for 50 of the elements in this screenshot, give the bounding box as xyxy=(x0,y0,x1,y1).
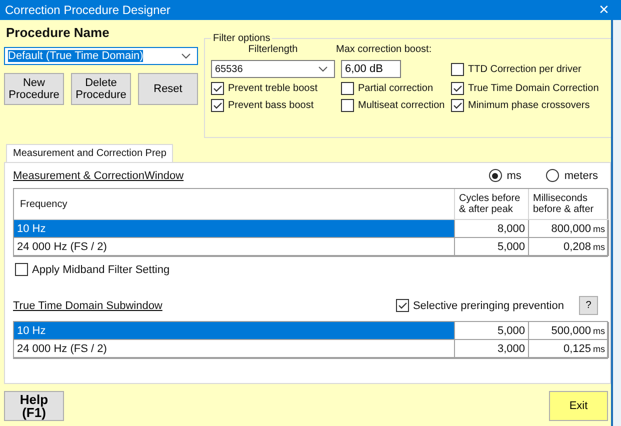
unit-radio[interactable]: meters xyxy=(546,169,598,182)
section-title: Measurement & CorrectionWindow xyxy=(13,170,184,182)
option-checkbox[interactable]: TTD Correction per driver xyxy=(451,62,613,76)
option-checkbox[interactable]: Minimum phase crossovers xyxy=(451,99,613,112)
frequency-cell[interactable]: 24 000 Hz (FS / 2) xyxy=(14,238,455,256)
frequency-cell[interactable]: 10 Hz xyxy=(14,220,455,238)
table-cell: 3,000 xyxy=(455,340,529,358)
option-checkbox[interactable]: Multiseat correction xyxy=(341,99,445,112)
option-checkbox[interactable]: Prevent treble boost xyxy=(211,82,335,95)
option-checkbox[interactable]: True Time Domain Correction xyxy=(451,82,613,95)
preringing-checkbox[interactable]: Selective preringing prevention xyxy=(396,299,564,312)
checkmark-icon xyxy=(212,100,223,111)
procedure-name-label: Procedure Name xyxy=(6,25,110,40)
table-cell: 5,000 xyxy=(455,322,529,340)
option-checkbox[interactable]: Partial correction xyxy=(341,82,445,95)
unit-radio[interactable]: ms xyxy=(488,169,522,182)
exit-button[interactable]: Exit xyxy=(549,391,608,421)
boost-field[interactable]: 6,00 dB xyxy=(341,60,401,78)
window-title: Correction Procedure Designer xyxy=(5,3,170,17)
filterlength-dropdown[interactable]: 65536 xyxy=(211,60,335,78)
tab[interactable]: Measurement and Correction Prep xyxy=(6,144,174,162)
checkmark-icon xyxy=(396,300,408,311)
table-cell: 800,000 ms xyxy=(529,220,609,238)
section-title: True Time Domain Subwindow xyxy=(13,300,162,312)
checkmark-icon xyxy=(452,100,463,111)
procedure-button[interactable]: New Procedure xyxy=(4,73,64,105)
chevron-icon xyxy=(318,66,328,72)
column-header: Cycles before & after peak xyxy=(455,189,529,220)
procedure-button[interactable]: Delete Procedure xyxy=(71,73,131,105)
group-title: Filter options xyxy=(212,33,272,44)
table-cell: 0,125 ms xyxy=(529,340,609,358)
checkmark-icon xyxy=(212,83,223,94)
frequency-cell[interactable]: 24 000 Hz (FS / 2) xyxy=(14,340,455,358)
table-cell: 500,000 ms xyxy=(529,322,609,340)
help-button[interactable]: Help (F1) xyxy=(4,391,64,421)
help-button[interactable]: ? xyxy=(579,296,598,315)
procedure-button[interactable]: Reset xyxy=(138,73,198,105)
procedure-dropdown[interactable]: Default (True Time Domain) xyxy=(4,47,198,65)
table-cell: 0,208 ms xyxy=(529,238,609,256)
option-checkbox[interactable]: Prevent bass boost xyxy=(211,99,335,112)
checkmark-icon xyxy=(452,83,463,94)
table-cell: 5,000 xyxy=(455,238,529,256)
table-cell: 8,000 xyxy=(455,220,529,238)
close-button[interactable]: × xyxy=(587,1,621,19)
midband-checkbox[interactable]: Apply Midband Filter Setting xyxy=(15,263,606,276)
chevron-icon xyxy=(181,53,191,59)
column-header: Milliseconds before & after xyxy=(529,189,609,220)
boost-label: Max correction boost: xyxy=(336,44,433,55)
filterlength-label: Filterlength xyxy=(247,44,299,55)
frequency-cell[interactable]: 10 Hz xyxy=(14,322,455,340)
